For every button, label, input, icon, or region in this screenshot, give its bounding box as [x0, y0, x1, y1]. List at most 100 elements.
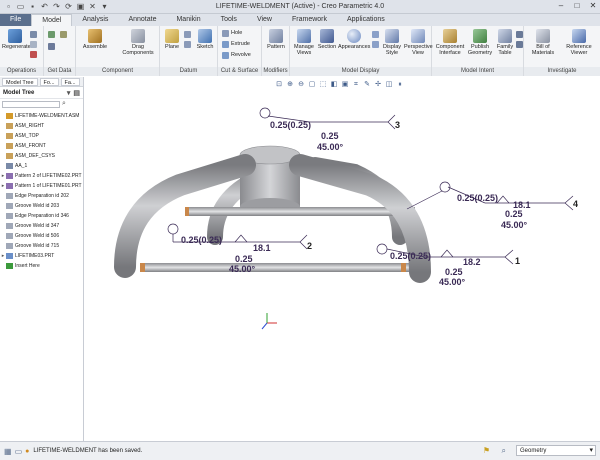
pattern-button[interactable]: Pattern [264, 29, 288, 50]
minimize-icon[interactable]: – [556, 1, 566, 10]
tree-item[interactable]: Groove Weld id 203 [0, 201, 83, 211]
browser-toggle-icon[interactable]: ▭ [15, 447, 23, 456]
axis-button[interactable] [184, 30, 191, 38]
manage-views-button[interactable]: Manage Views [292, 29, 316, 56]
tree-item[interactable]: LIFETIME-WELDMENT.ASM [0, 111, 83, 121]
selection-filter-select[interactable]: Geometry [516, 445, 596, 456]
tree-item[interactable]: ▸ Pattern 1 of LIFETIME01.PRT [0, 181, 83, 191]
manage-views-icon [297, 29, 311, 43]
relations-button[interactable] [516, 30, 523, 38]
tab-model[interactable]: Model [31, 14, 73, 26]
plane-button[interactable]: Plane [162, 29, 182, 50]
section-button[interactable]: Section [316, 29, 338, 50]
tab-model-tree[interactable]: Model Tree [2, 78, 38, 86]
open-icon[interactable]: ▭ [16, 2, 25, 11]
show-icon[interactable]: ▤ [73, 89, 80, 97]
get-data-tool-3[interactable] [48, 42, 55, 50]
point-button[interactable] [184, 40, 191, 48]
tree-item[interactable]: ASM_RIGHT [0, 121, 83, 131]
group-label-investigate[interactable]: Investigate [524, 67, 600, 76]
tree-item[interactable]: ASM_FRONT [0, 141, 83, 151]
get-data-tool-1[interactable] [48, 30, 55, 38]
group-label-modifiers[interactable]: Modifiers [262, 67, 289, 76]
tree-item[interactable]: Groove Weld id 715 [0, 241, 83, 251]
tab-analysis[interactable]: Analysis [72, 14, 118, 26]
tab-file[interactable]: File [0, 14, 32, 26]
close-icon[interactable]: ✕ [588, 1, 598, 10]
perspective-view-button[interactable]: Perspective View [404, 29, 433, 56]
tab-applications[interactable]: Applications [337, 14, 395, 26]
family-table-button[interactable]: Family Table [494, 29, 516, 56]
search-icon[interactable]: ⌕ [62, 100, 66, 108]
tree-item[interactable]: ▸ Pattern 2 of LIFETIME02.PRT [0, 171, 83, 181]
tree-item[interactable]: ASM_DEF_CSYS [0, 151, 83, 161]
tree-item[interactable]: AA_1 [0, 161, 83, 171]
tab-framework[interactable]: Framework [282, 14, 337, 26]
tree-item[interactable]: Edge Preparation id 346 [0, 211, 83, 221]
display-tool-1[interactable] [372, 30, 379, 38]
find-icon[interactable]: ⌕ [502, 446, 506, 456]
tab-tools[interactable]: Tools [211, 14, 247, 26]
operations-tool-3[interactable] [30, 50, 37, 58]
tab-annotate[interactable]: Annotate [118, 14, 166, 26]
upper-crossbar[interactable] [185, 207, 415, 216]
group-label-datum[interactable]: Datum [160, 67, 217, 76]
drag-components-button[interactable]: Drag Components [120, 29, 156, 56]
assemble-button[interactable]: Assemble [80, 29, 110, 50]
bill-of-materials-icon [536, 29, 550, 43]
operations-tool-2[interactable] [30, 40, 37, 48]
group-label-cut-surface[interactable]: Cut & Surface [218, 67, 261, 76]
revolve-button[interactable]: Revolve [222, 51, 251, 59]
publish-geometry-button[interactable]: Publish Geometry [466, 29, 494, 56]
weld-bead-2[interactable] [185, 207, 189, 216]
weld-bead-4[interactable] [401, 263, 406, 272]
component-interface-button[interactable]: Component Interface [434, 29, 466, 56]
close-window-icon[interactable]: ✕ [88, 2, 97, 11]
tab-folder-browser[interactable]: Fo... [39, 78, 59, 86]
operations-tool-1[interactable] [30, 30, 37, 38]
regenerate-small-icon[interactable]: ⟳ [64, 2, 73, 11]
weld-bead-1[interactable] [140, 263, 145, 272]
undo-icon[interactable]: ↶ [40, 2, 49, 11]
appearances-button[interactable]: Appearances [338, 29, 370, 50]
regenerate-button[interactable]: Regenerate [2, 29, 31, 50]
get-data-tool-2[interactable] [60, 30, 67, 38]
selection-flag-icon[interactable]: ⚑ [483, 446, 490, 455]
navigator-toggle-icon[interactable]: ▦ [4, 447, 12, 456]
graphics-viewport[interactable]: ⊡ ⊕ ⊖ ▢ ⬚ ◧ ▣ ⌗ ✎ ✢ ◫ ⏸ 0.25(0.25) 0.25 … [85, 77, 600, 441]
qat-dropdown-icon[interactable]: ▾ [100, 2, 109, 11]
display-tool-2[interactable] [372, 40, 379, 48]
parameters-button[interactable] [516, 40, 523, 48]
tab-manikin[interactable]: Manikin [166, 14, 210, 26]
extrude-button[interactable]: Extrude [222, 40, 250, 48]
tab-view[interactable]: View [247, 14, 282, 26]
display-style-button[interactable]: Display Style [380, 29, 404, 56]
save-icon[interactable]: ▪ [28, 2, 37, 11]
tree-search-input[interactable] [2, 100, 60, 108]
sketch-button[interactable]: Sketch [194, 29, 216, 50]
hole-button[interactable]: Hole [222, 29, 242, 37]
group-modifiers: Pattern Modifiers [262, 26, 290, 76]
group-label-operations[interactable]: Operations [0, 67, 43, 76]
tree-item[interactable]: ▸ LIFETIME03.PRT [0, 251, 83, 261]
tree-item[interactable]: ASM_TOP [0, 131, 83, 141]
redo-icon[interactable]: ↷ [52, 2, 61, 11]
tree-item[interactable]: Groove Weld id 347 [0, 221, 83, 231]
lower-crossbar[interactable] [140, 263, 420, 272]
tree-item[interactable]: Insert Here [0, 261, 83, 271]
tree-item[interactable]: Groove Weld id 506 [0, 231, 83, 241]
point-icon [184, 40, 191, 48]
tree-item-label: Insert Here [15, 263, 40, 269]
group-label-model-intent[interactable]: Model Intent [432, 67, 523, 76]
reference-viewer-button[interactable]: Reference Viewer [562, 29, 596, 56]
tree-settings-icon[interactable]: ▾ [67, 89, 71, 97]
group-label-model-display[interactable]: Model Display [290, 67, 431, 76]
group-label-component[interactable]: Component [76, 67, 159, 76]
windows-icon[interactable]: ▣ [76, 2, 85, 11]
tree-item[interactable]: Edge Preparation id 202 [0, 191, 83, 201]
maximize-icon[interactable]: □ [572, 1, 582, 10]
bill-of-materials-button[interactable]: Bill of Materials [528, 29, 558, 56]
tab-favorites[interactable]: Fa... [60, 78, 80, 86]
group-label-get-data[interactable]: Get Data [44, 67, 75, 76]
new-icon[interactable]: ▫ [4, 2, 13, 11]
